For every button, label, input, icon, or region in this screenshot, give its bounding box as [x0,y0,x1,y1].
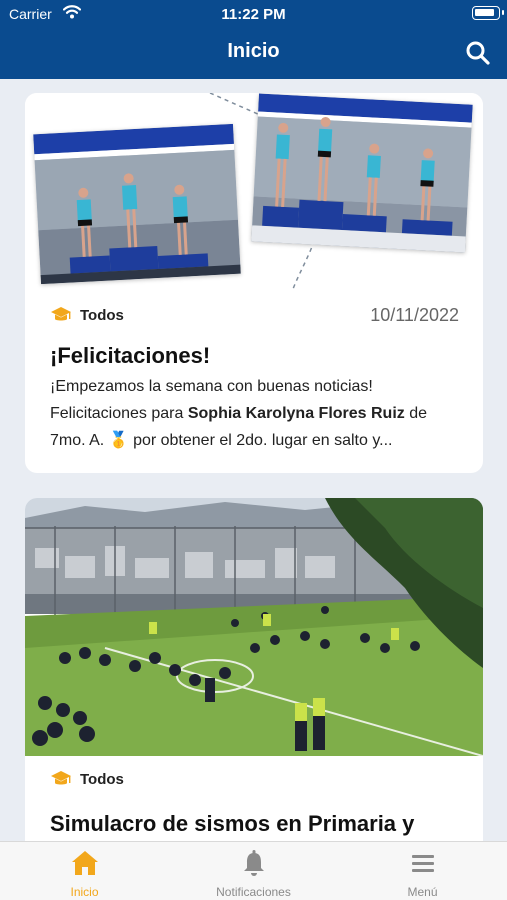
news-card-image [25,93,483,289]
tab-notificaciones[interactable]: Notificaciones [169,842,338,900]
post-excerpt-highlight: Sophia Karolyna Flores Ruiz [187,405,405,422]
status-time: 11:22 PM [221,6,286,23]
tab-label: Inicio [70,885,99,899]
graduation-cap-icon [51,771,71,785]
news-feed[interactable]: Todos 10/11/2022 ¡Felicitaciones! ¡Empez… [0,79,507,841]
gymnastics-podium-photo [251,93,473,253]
earthquake-drill-photo [25,498,483,756]
menu-icon [411,855,434,872]
post-date: 10/11/2022 [370,305,459,325]
post-category: Todos [80,771,124,788]
status-bar: Carrier 11:22 PM [0,0,507,28]
search-icon[interactable] [465,40,491,66]
page-title: Inicio [227,40,280,62]
tab-inicio[interactable]: Inicio [0,842,169,900]
news-card[interactable]: Todos Simulacro de sismos en Primaria y [25,498,483,841]
gymnastics-podium-photo [33,123,241,285]
post-meta: Todos [50,769,459,791]
tab-menu[interactable]: Menú [338,842,507,900]
post-title: ¡Felicitaciones! [50,343,211,368]
app-header: Carrier 11:22 PM Inicio [0,0,507,79]
tab-label: Notificaciones [216,885,291,899]
tab-bar: Inicio Notificaciones Menú [0,841,507,900]
post-meta: Todos 10/11/2022 [50,305,459,327]
home-icon [71,851,98,875]
post-title: Simulacro de sismos en Primaria y [50,811,415,836]
post-category: Todos [80,307,124,324]
bell-icon [243,850,264,876]
tab-label: Menú [407,885,438,899]
news-card[interactable]: Todos 10/11/2022 ¡Felicitaciones! ¡Empez… [25,93,483,473]
post-excerpt: ¡Empezamos la semana con buenas noticias… [50,373,461,454]
graduation-cap-icon [51,307,71,321]
battery-icon [472,6,504,20]
